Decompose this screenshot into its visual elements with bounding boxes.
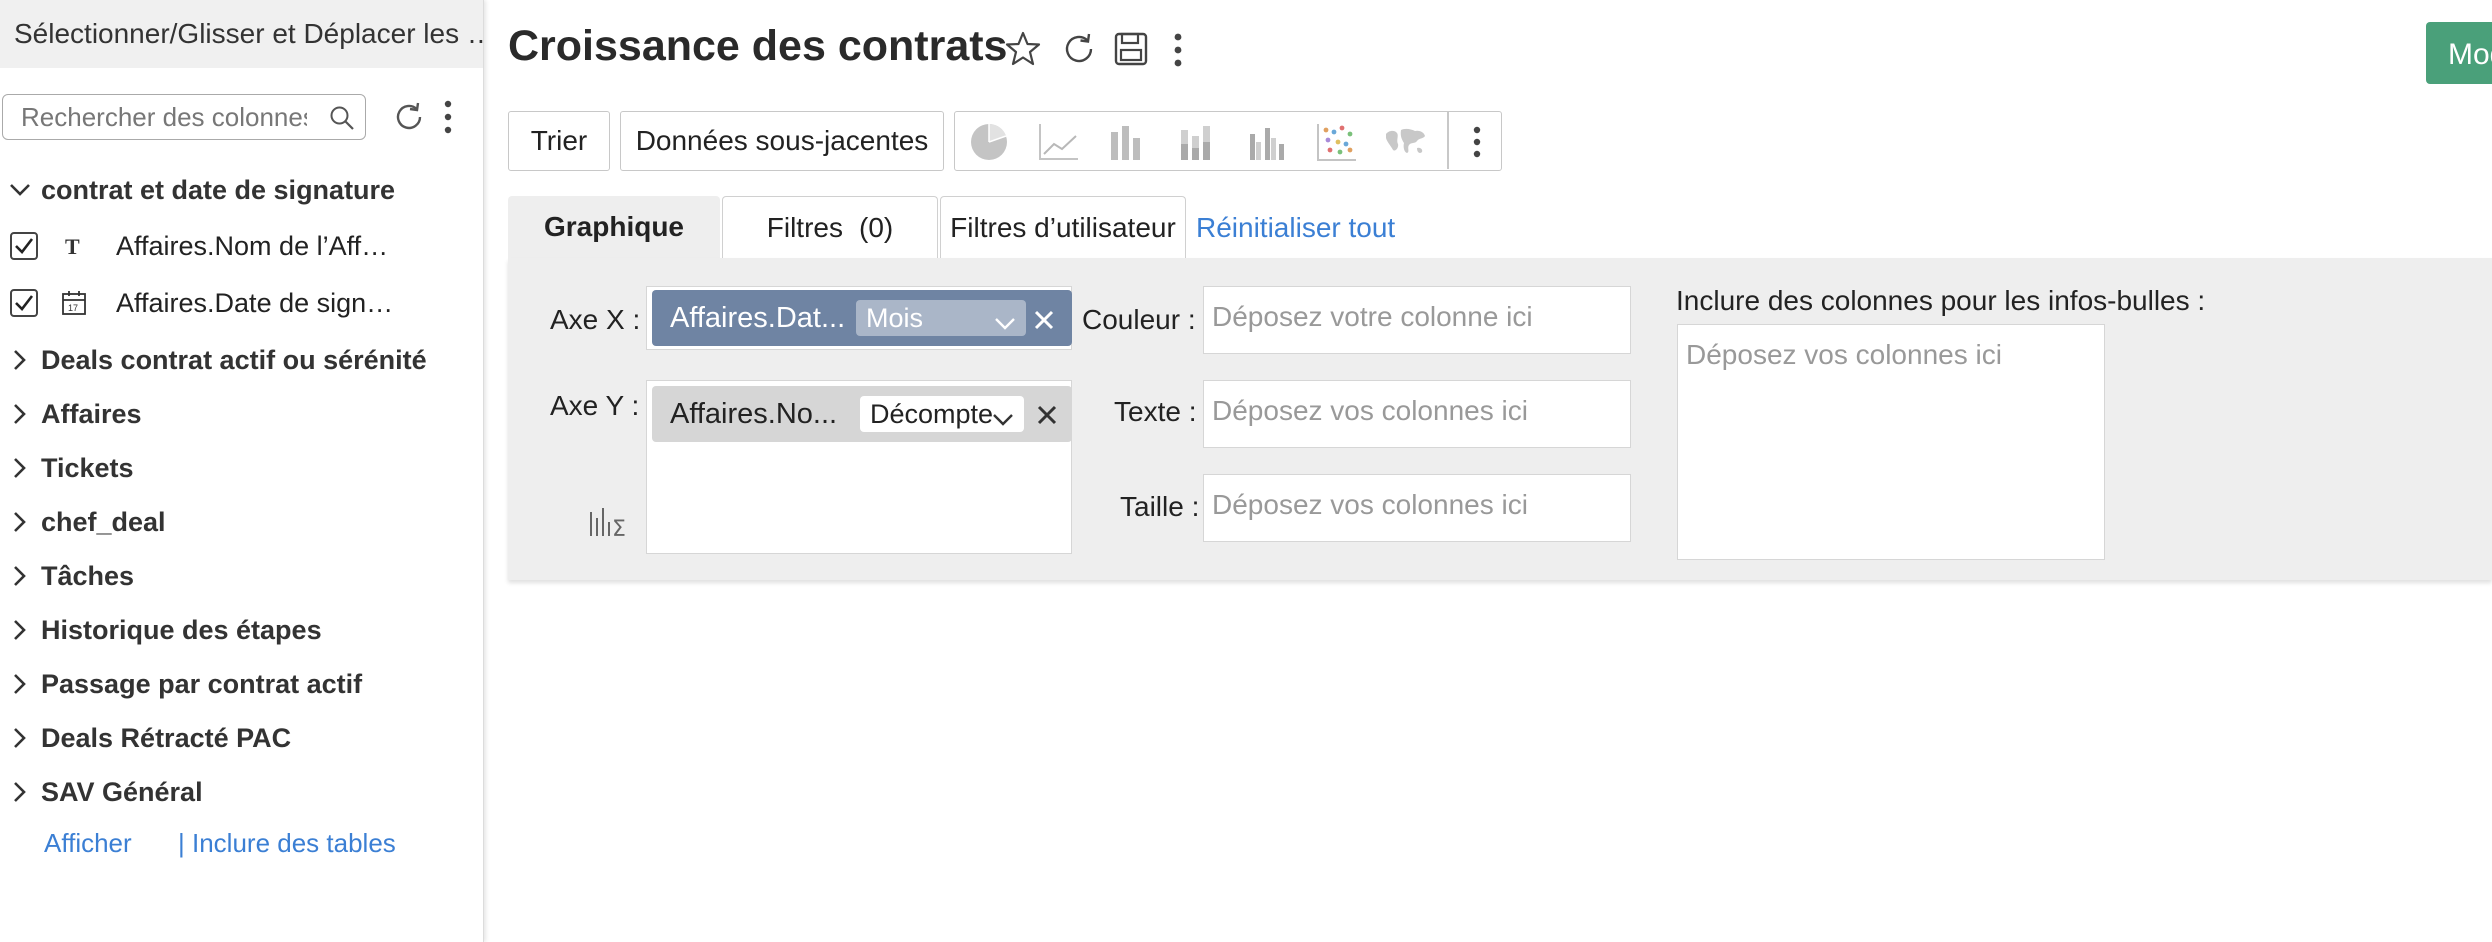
text-dropzone[interactable]: Déposez vos colonnes ici [1203,380,1631,448]
stacked-bar-chart-icon[interactable] [1175,120,1219,164]
star-icon[interactable] [1004,30,1042,73]
more-options-icon[interactable] [1168,30,1188,75]
tooltip-columns-label: Inclure des colonnes pour les infos-bull… [1676,285,2206,316]
color-label: Couleur : [1082,304,1196,335]
link-separator: | [178,828,185,858]
column-checkbox[interactable] [10,289,38,317]
tree-group-label: contrat et date de signature [41,174,396,205]
column-search-input[interactable] [19,101,309,133]
size-label: Taille : [1120,491,1200,522]
tree-table-item[interactable]: Affaires [0,392,142,436]
tree-table-item[interactable]: Passage par contrat actif [0,662,362,706]
chevron-right-icon [0,565,40,587]
map-chart-icon[interactable] [1383,120,1427,164]
chart-type-selector [954,111,1502,171]
column-checkbox[interactable] [10,232,38,260]
tab-graph[interactable]: Graphique [508,196,720,258]
tree-table-label: Historique des étapes [41,614,322,645]
tree-table-item[interactable]: Tâches [0,554,134,598]
chevron-right-icon [0,457,40,479]
tree-table-label: Affaires [41,398,142,429]
show-link[interactable]: Afficher [44,828,132,859]
tree-table-item[interactable]: chef_deal [0,500,166,544]
tree-table-label: Deals Rétracté PAC [41,722,292,753]
scatter-chart-icon[interactable] [1315,120,1359,164]
tree-table-item[interactable]: SAV Général [0,770,203,814]
tree-group-contrat-date[interactable]: contrat et date de signature [0,168,395,212]
y-axis-column-name: Affaires.No... [670,397,838,430]
chevron-right-icon [0,781,40,803]
remove-y-column-icon[interactable] [1036,404,1058,431]
save-icon[interactable] [1112,30,1150,73]
bar-chart-icon[interactable] [1105,120,1149,164]
tree-table-label: chef_deal [41,506,166,537]
x-axis-aggregation-value: Mois [866,302,924,333]
pie-chart-icon[interactable] [967,120,1011,164]
tab-user-filters[interactable]: Filtres d’utilisateur [940,196,1186,258]
tree-table-label: Deals contrat actif ou sérénité [41,344,427,375]
chevron-right-icon [0,511,40,533]
chevron-right-icon [0,349,40,371]
svg-text:T: T [65,235,80,257]
tree-table-label: SAV Général [41,776,203,807]
toolbar-divider [1447,112,1449,169]
page-title: Croissance des contrats [508,22,1008,70]
column-sidebar: Sélectionner/Glisser et Déplacer les … c… [0,0,484,942]
grouped-bar-chart-icon[interactable] [1245,120,1289,164]
size-dropzone[interactable]: Déposez vos colonnes ici [1203,474,1631,542]
chevron-right-icon [0,403,40,425]
chevron-right-icon [0,673,40,695]
svg-text:17: 17 [68,303,78,313]
chevron-down-icon [994,308,1016,339]
more-options-icon[interactable] [438,98,458,141]
refresh-icon[interactable] [1060,30,1098,73]
y-axis-label: Axe Y : [550,390,640,421]
tab-filters[interactable]: Filtres (0) [722,196,938,258]
tree-table-item[interactable]: Historique des étapes [0,608,322,652]
search-icon[interactable] [329,105,355,136]
column-item[interactable]: T Affaires.Nom de l’Aff… [10,224,388,268]
sidebar-header: Sélectionner/Glisser et Déplacer les … [0,0,483,68]
y-axis-aggregation-select[interactable]: Décompte [860,396,1024,432]
mode-button[interactable]: Mode [2426,22,2492,84]
column-label: Affaires.Date de sign… [116,287,394,318]
x-axis-label: Axe X : [550,304,641,335]
column-search-box[interactable] [2,94,366,140]
refresh-icon[interactable] [392,100,426,139]
chevron-down-icon [992,404,1014,435]
tooltip-dropzone[interactable]: Déposez vos colonnes ici [1677,324,2105,560]
text-type-icon: T [54,235,94,257]
x-axis-aggregation-select[interactable]: Mois [856,300,1026,336]
tree-table-item[interactable]: Deals contrat actif ou sérénité [0,338,427,382]
more-chart-types-icon[interactable] [1455,120,1499,164]
underlying-data-button[interactable]: Données sous-jacentes [620,111,944,171]
x-axis-column-name: Affaires.Dat... [670,301,846,334]
filters-count: (0) [859,211,894,243]
tree-table-label: Passage par contrat actif [41,668,363,699]
tree-table-item[interactable]: Deals Rétracté PAC [0,716,291,760]
calendar-icon: 17 [54,290,94,316]
column-item[interactable]: 17 Affaires.Date de sign… [10,281,393,325]
tree-table-item[interactable]: Tickets [0,446,134,490]
include-tables-link[interactable]: Inclure des tables [192,828,396,859]
text-label: Texte : [1114,396,1197,427]
tree-table-label: Tâches [41,560,135,591]
tab-filters-label: Filtres [766,211,843,243]
column-label: Affaires.Nom de l’Aff… [116,230,389,261]
color-dropzone[interactable]: Déposez votre colonne ici [1203,286,1631,354]
aggregate-formula-icon[interactable]: Σ [588,504,632,543]
chevron-right-icon [0,727,40,749]
reset-all-link[interactable]: Réinitialiser tout [1196,212,1395,244]
tree-table-label: Tickets [41,452,134,483]
remove-x-column-icon[interactable] [1033,309,1055,336]
chevron-right-icon [0,619,40,641]
line-chart-icon[interactable] [1037,120,1081,164]
chevron-down-icon [0,183,40,197]
y-axis-aggregation-value: Décompte [870,398,994,429]
svg-text:Σ: Σ [612,517,626,538]
sort-button[interactable]: Trier [508,111,610,171]
